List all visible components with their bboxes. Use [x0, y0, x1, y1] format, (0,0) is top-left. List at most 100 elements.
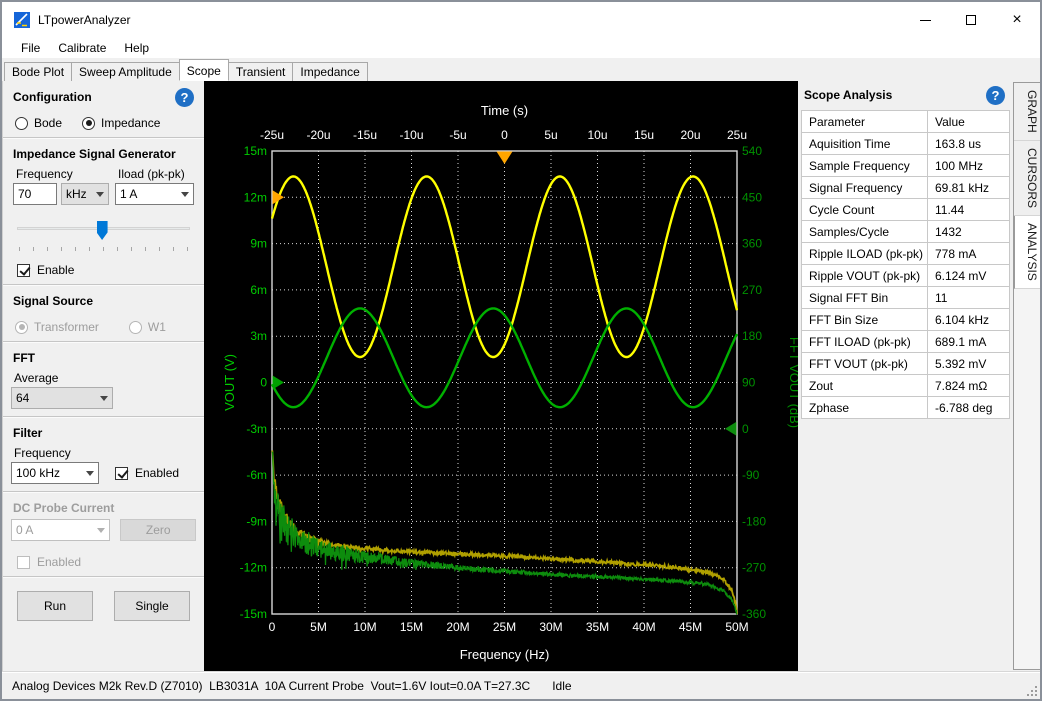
zero-button: Zero [120, 519, 196, 541]
maximize-button[interactable] [948, 2, 994, 38]
close-icon: × [1012, 15, 1021, 25]
parameter-cell: FFT ILOAD (pk-pk) [802, 331, 928, 353]
slider-thumb[interactable] [97, 221, 108, 240]
parameter-cell: Ripple VOUT (pk-pk) [802, 265, 928, 287]
filter-frequency-value: 100 kHz [16, 466, 60, 480]
single-button[interactable]: Single [114, 591, 190, 621]
resize-grip[interactable] [1025, 684, 1037, 696]
tab-impedance[interactable]: Impedance [292, 62, 367, 81]
run-button[interactable]: Run [17, 591, 93, 621]
fft-average-select[interactable]: 64 [11, 387, 113, 409]
window-title: LTpowerAnalyzer [38, 13, 130, 27]
enable-checkbox[interactable] [17, 264, 30, 277]
value-cell: -6.788 deg [928, 397, 1010, 419]
radio-transformer-label: Transformer [34, 320, 99, 334]
svg-text:0: 0 [269, 620, 276, 634]
parameter-cell: Signal FFT Bin [802, 287, 928, 309]
radio-bode-label[interactable]: Bode [34, 116, 62, 130]
divider [3, 491, 204, 493]
svg-text:-6m: -6m [246, 468, 267, 482]
parameter-cell: FFT Bin Size [802, 309, 928, 331]
analysis-title: Scope Analysis [801, 84, 1011, 108]
filter-section: Filter Frequency 100 kHz Enabled [3, 421, 204, 484]
parameter-cell: Cycle Count [802, 199, 928, 221]
svg-text:90: 90 [742, 376, 756, 390]
fft-average-value: 64 [16, 391, 29, 405]
signal-generator-title: Impedance Signal Generator [11, 144, 196, 163]
time-zero-marker[interactable] [497, 152, 513, 165]
menu-item-calibrate[interactable]: Calibrate [49, 39, 115, 57]
parameter-cell: Ripple ILOAD (pk-pk) [802, 243, 928, 265]
svg-text:25M: 25M [493, 620, 516, 634]
svg-text:-20u: -20u [306, 128, 330, 142]
parameter-cell: Sample Frequency [802, 155, 928, 177]
iload-level-marker[interactable] [273, 190, 285, 204]
side-tab-cursors[interactable]: CURSORS [1014, 141, 1040, 216]
value-cell: 1432 [928, 221, 1010, 243]
filter-frequency-select[interactable]: 100 kHz [11, 462, 99, 484]
tab-transient[interactable]: Transient [228, 62, 294, 81]
scope-plot: -25u-20u-15u-10u-5u05u10u15u20u25u05M10M… [204, 81, 798, 671]
value-cell: 6.104 kHz [928, 309, 1010, 331]
divider [3, 416, 204, 418]
svg-text:5M: 5M [310, 620, 327, 634]
table-row: Zout7.824 mΩ [802, 375, 1010, 397]
amplitude-slider[interactable] [17, 221, 190, 251]
table-row: Ripple VOUT (pk-pk)6.124 mV [802, 265, 1010, 287]
radio-transformer [15, 321, 28, 334]
maximize-icon [966, 15, 976, 25]
dc-probe-section: DC Probe Current 0 A Zero Enabled [3, 496, 204, 569]
tab-scope[interactable]: Scope [179, 59, 229, 81]
parameter-cell: Zout [802, 375, 928, 397]
svg-text:15m: 15m [244, 144, 267, 158]
table-row: Signal FFT Bin11 [802, 287, 1010, 309]
minimize-button[interactable] [902, 2, 948, 38]
svg-text:20M: 20M [446, 620, 469, 634]
analysis-help-icon[interactable]: ? [986, 86, 1005, 105]
svg-text:5u: 5u [544, 128, 557, 142]
radio-w1-label: W1 [148, 320, 166, 334]
svg-text:-360: -360 [742, 607, 766, 621]
tab-sweep-amplitude[interactable]: Sweep Amplitude [71, 62, 180, 81]
tab-bode-plot[interactable]: Bode Plot [4, 62, 72, 81]
svg-text:-15u: -15u [353, 128, 377, 142]
frequency-unit-value: kHz [66, 187, 87, 201]
frequency-unit-select[interactable]: kHz [61, 183, 109, 205]
dc-probe-enabled-label: Enabled [37, 555, 81, 569]
side-tab-analysis[interactable]: ANALYSIS [1014, 216, 1040, 289]
configuration-section: Configuration ? Bode Impedance [3, 85, 204, 130]
iload-select[interactable]: 1 A [115, 183, 194, 205]
dc-probe-enabled-checkbox [17, 556, 30, 569]
svg-text:6m: 6m [250, 283, 267, 297]
table-row: Samples/Cycle1432 [802, 221, 1010, 243]
menu-item-file[interactable]: File [12, 39, 49, 57]
run-state-text: Idle [552, 679, 571, 693]
vout-zero-marker[interactable] [273, 376, 285, 390]
configuration-help-icon[interactable]: ? [175, 88, 194, 107]
radio-impedance[interactable] [82, 117, 95, 130]
svg-text:-10u: -10u [399, 128, 423, 142]
chevron-down-icon [100, 396, 108, 401]
dc-probe-select: 0 A [11, 519, 110, 541]
svg-text:-270: -270 [742, 561, 766, 575]
tab-bar: Bode PlotSweep AmplitudeScopeTransientIm… [2, 59, 1040, 81]
table-row: Aquisition Time163.8 us [802, 133, 1010, 155]
chevron-down-icon [97, 528, 105, 533]
app-icon [14, 12, 30, 28]
filter-enabled-label[interactable]: Enabled [135, 466, 179, 480]
radio-impedance-label[interactable]: Impedance [101, 116, 160, 130]
radio-bode[interactable] [15, 117, 28, 130]
value-cell: 11 [928, 287, 1010, 309]
side-tab-graph[interactable]: GRAPH [1014, 83, 1040, 141]
filter-enabled-checkbox[interactable] [115, 467, 128, 480]
svg-text:0: 0 [260, 376, 267, 390]
svg-text:50M: 50M [725, 620, 748, 634]
enable-label[interactable]: Enable [37, 263, 74, 277]
fft-ref-marker[interactable] [725, 422, 737, 436]
svg-text:9m: 9m [250, 237, 267, 251]
menu-item-help[interactable]: Help [115, 39, 158, 57]
frequency-input[interactable]: 70 [13, 183, 57, 205]
close-button[interactable]: × [994, 2, 1040, 38]
parameter-cell: Aquisition Time [802, 133, 928, 155]
svg-text:40M: 40M [632, 620, 655, 634]
